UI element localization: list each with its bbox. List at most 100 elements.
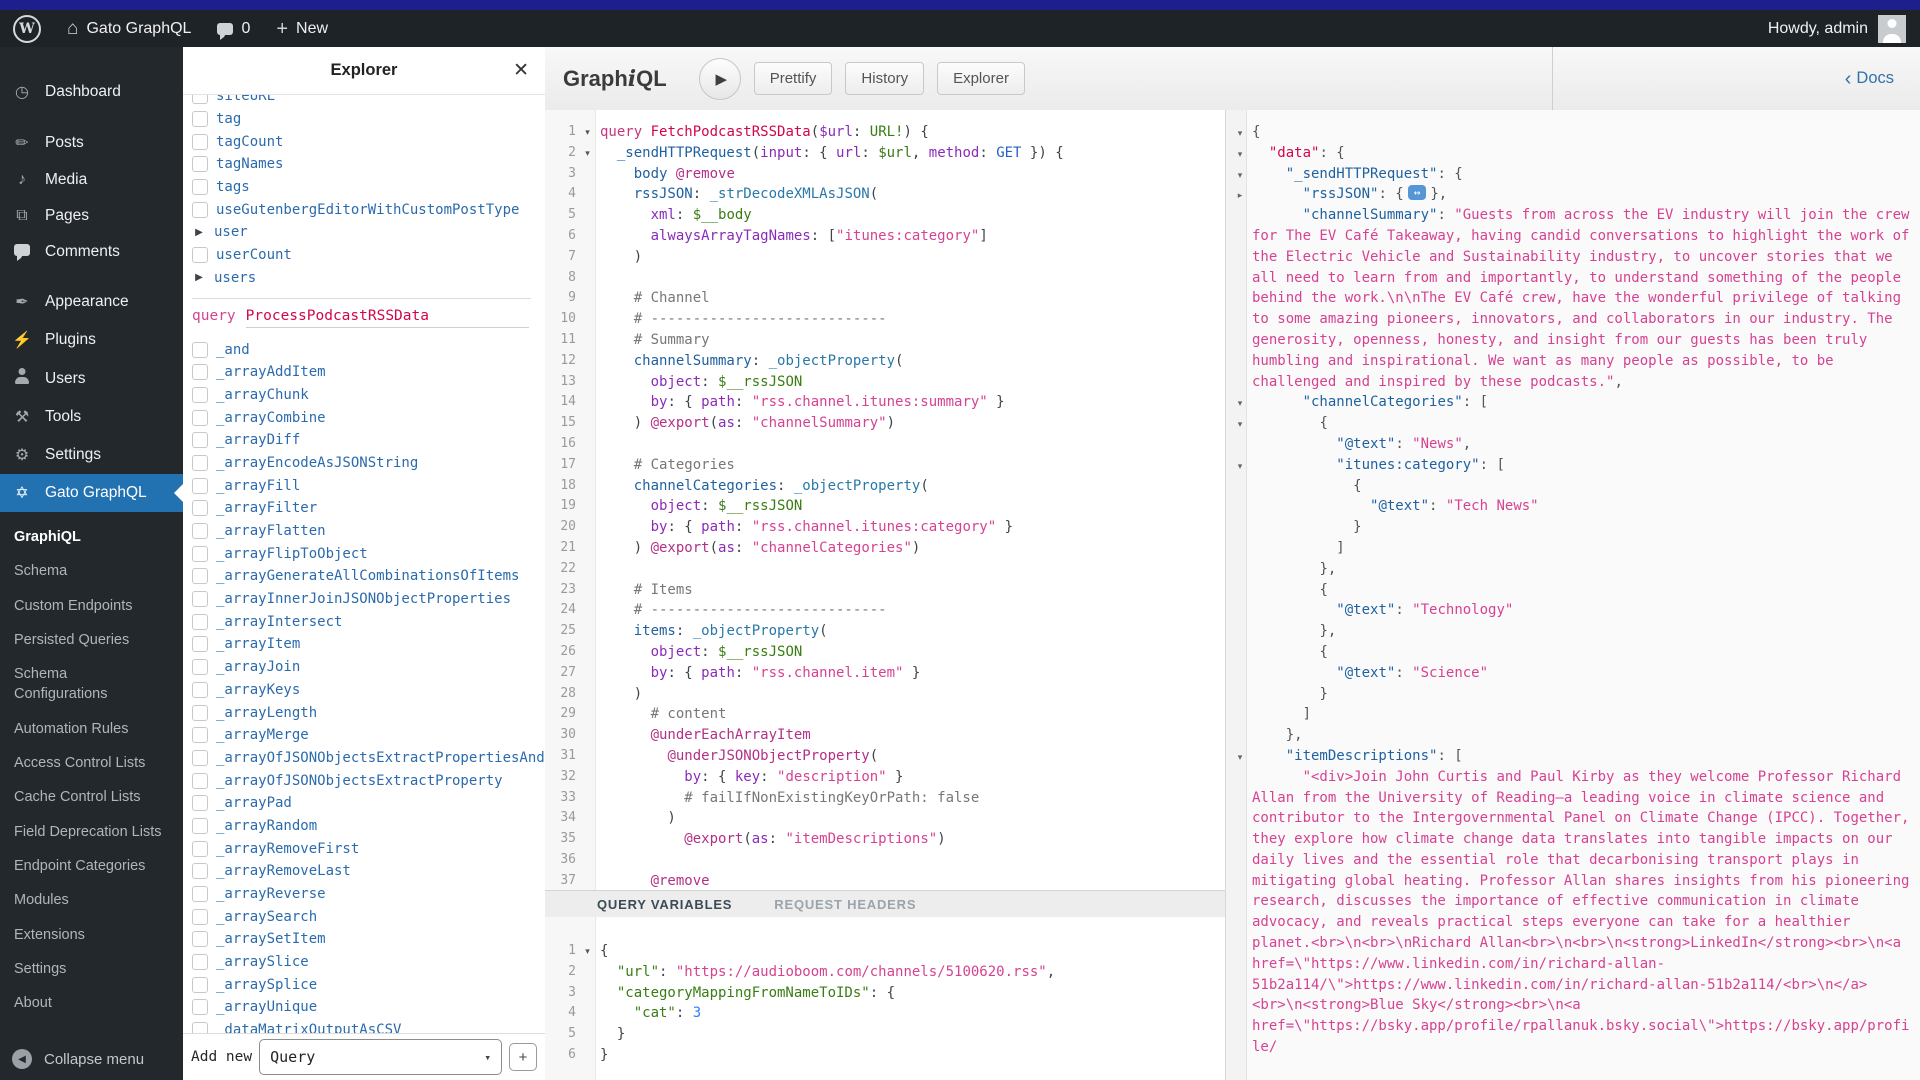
explorer-field[interactable]: userCount [192,244,545,267]
checkbox[interactable] [192,387,208,403]
submenu-item-schema-configurations[interactable]: Schema Configurations [0,657,178,712]
query-name-input[interactable]: ProcessPodcastRSSData [246,308,529,328]
code-line[interactable]: 8 [545,268,1225,289]
fold-toggle-icon[interactable]: ▾ [580,941,595,962]
checkbox[interactable] [192,954,208,970]
fold-toggle-icon[interactable]: ▾ [1230,123,1250,144]
code-line[interactable]: 5 xml: $__body [545,205,1225,226]
explorer-field[interactable]: _arrayLength [192,701,545,724]
fold-toggle-icon[interactable]: ▾ [1230,165,1250,186]
code-line[interactable]: 14 by: { path: "rss.channel.itunes:summa… [545,392,1225,413]
explorer-field[interactable]: _arrayJoin [192,656,545,679]
sidebar-item-settings[interactable]: ⚙Settings [0,436,183,474]
code-line[interactable]: 17 # Categories [545,455,1225,476]
query-variables-editor[interactable]: 1▾{2 "url": "https://audioboom.com/chann… [545,917,1225,1080]
explorer-field[interactable]: _arraySplice [192,973,545,996]
code-line[interactable]: 23 # Items [545,580,1225,601]
sidebar-item-gato-graphql[interactable]: ✡Gato GraphQL [0,474,183,512]
checkbox[interactable] [192,659,208,675]
code-line[interactable]: 16 [545,434,1225,455]
submenu-item-endpoint-categories[interactable]: Endpoint Categories [0,849,178,883]
code-line[interactable]: 3 body @remove [545,164,1225,185]
explorer-field[interactable]: _arrayUnique [192,996,545,1019]
submenu-item-about[interactable]: About [0,986,178,1020]
code-line[interactable]: 2▾ _sendHTTPRequest(input: { url: $url, … [545,143,1225,164]
checkbox[interactable] [192,523,208,539]
submenu-item-schema[interactable]: Schema [0,554,178,588]
checkbox[interactable] [192,727,208,743]
checkbox[interactable] [192,795,208,811]
code-line[interactable]: 26 object: $__rssJSON [545,642,1225,663]
code-line[interactable]: 3 "categoryMappingFromNameToIDs": { [545,983,1225,1004]
tab-request-headers[interactable]: REQUEST HEADERS [774,897,916,912]
checkbox[interactable] [192,773,208,789]
explorer-field[interactable]: siteURL [192,95,545,108]
explorer-field[interactable]: _arrayDiff [192,429,545,452]
explorer-field[interactable]: _arrayFlipToObject [192,542,545,565]
code-line[interactable]: 15 ) @export(as: "channelSummary") [545,413,1225,434]
explorer-field[interactable]: _arrayFill [192,474,545,497]
checkbox[interactable] [192,410,208,426]
explorer-field[interactable]: _arraySlice [192,951,545,974]
explorer-field[interactable]: _arrayRemoveFirst [192,837,545,860]
submenu-item-persisted-queries[interactable]: Persisted Queries [0,623,178,657]
code-line[interactable]: 22 [545,559,1225,580]
fold-toggle-icon[interactable]: ▾ [580,122,595,143]
tab-query-variables[interactable]: QUERY VARIABLES [597,897,732,912]
checkbox[interactable] [192,999,208,1015]
explorer-field[interactable]: _arrayInnerJoinJSONObjectProperties [192,588,545,611]
checkbox[interactable] [192,886,208,902]
site-name-menu[interactable]: ⌂ Gato GraphQL [54,10,204,47]
code-line[interactable]: 32 by: { key: "description" } [545,767,1225,788]
explorer-field[interactable]: tagNames [192,153,545,176]
checkbox[interactable] [192,818,208,834]
code-line[interactable]: 37 @remove [545,871,1225,890]
code-line[interactable]: 34 ) [545,808,1225,829]
checkbox[interactable] [192,546,208,562]
fold-toggle-icon[interactable]: ▸ [1230,185,1250,206]
howdy-label[interactable]: Howdy, admin [1768,20,1868,38]
explorer-field[interactable]: _arrayRemoveLast [192,860,545,883]
prettify-button[interactable]: Prettify [754,62,833,95]
explorer-field[interactable]: _arraySetItem [192,928,545,951]
code-line[interactable]: 36 [545,850,1225,871]
sidebar-item-dashboard[interactable]: ◷Dashboard [0,73,183,111]
code-line[interactable]: 6 alwaysArrayTagNames: ["itunes:category… [545,226,1225,247]
code-line[interactable]: 10 # ---------------------------- [545,309,1225,330]
caret-icon[interactable]: ▶ [192,272,206,283]
code-line[interactable]: 35 @export(as: "itemDescriptions") [545,829,1225,850]
checkbox[interactable] [192,841,208,857]
code-line[interactable]: 25 items: _objectProperty( [545,621,1225,642]
explorer-field[interactable]: _arrayAddItem [192,361,545,384]
submenu-item-graphiql[interactable]: GraphiQL [0,520,178,554]
explorer-field[interactable]: ▶user [192,221,545,244]
checkbox[interactable] [192,931,208,947]
explorer-field[interactable]: _arrayMerge [192,724,545,747]
code-line[interactable]: 29 # content [545,704,1225,725]
checkbox[interactable] [192,636,208,652]
code-line[interactable]: 4 rssJSON: _strDecodeXMLAsJSON( [545,184,1225,205]
explorer-toggle-button[interactable]: Explorer [937,62,1025,95]
explorer-field[interactable]: _arrayOfJSONObjectsExtractProperty [192,769,545,792]
explorer-field[interactable]: tag [192,108,545,131]
checkbox[interactable] [192,179,208,195]
code-line[interactable]: 13 object: $__rssJSON [545,372,1225,393]
explorer-field[interactable]: ▶users [192,267,545,290]
code-line[interactable]: 28 ) [545,684,1225,705]
checkbox[interactable] [192,909,208,925]
explorer-field[interactable]: _arrayFlatten [192,520,545,543]
code-line[interactable]: 11 # Summary [545,330,1225,351]
submenu-item-extensions[interactable]: Extensions [0,918,178,952]
code-line[interactable]: 1▾{ [545,941,1225,962]
explorer-field-list[interactable]: siteURLtagtagCounttagNamestagsuseGutenbe… [183,95,545,1034]
checkbox[interactable] [192,432,208,448]
explorer-field[interactable]: _arraySearch [192,905,545,928]
explorer-field[interactable]: useGutenbergEditorWithCustomPostType [192,198,545,221]
sidebar-item-comments[interactable]: Comments [0,234,183,270]
explorer-field[interactable]: _and [192,338,545,361]
submenu-item-cache-control-lists[interactable]: Cache Control Lists [0,780,178,814]
explorer-field[interactable]: _dataMatrixOutputAsCSV [192,1019,545,1034]
explorer-field[interactable]: _arrayCombine [192,406,545,429]
submenu-item-automation-rules[interactable]: Automation Rules [0,712,178,746]
fold-toggle-icon[interactable]: ▾ [1230,456,1250,477]
